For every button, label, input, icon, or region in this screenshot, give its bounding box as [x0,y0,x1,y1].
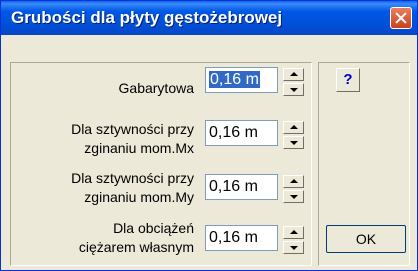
label-line: Gabarytowa [118,80,194,96]
mx-spinner[interactable] [283,121,304,149]
title-bar[interactable]: Grubości dla płyty gęstożebrowej [1,1,417,35]
gabarytowa-label: Gabarytowa [4,79,194,98]
gabarytowa-input[interactable]: 0,16 m [205,67,278,93]
spin-down-button[interactable] [283,190,304,203]
label-line: Dla obciążeń [113,220,194,236]
dialog-window: Grubości dla płyty gęstożebrowej Gabaryt… [0,0,418,271]
gabarytowa-spinner[interactable] [283,68,304,96]
spin-up-button[interactable] [283,226,304,239]
field-value: 0,16 m [209,229,258,246]
label-line: Dla sztywności przy [71,170,194,186]
dialog-title: Grubości dla płyty gęstożebrowej [11,8,283,27]
label-line: zginaniu mom.Mx [84,140,194,156]
close-button[interactable] [390,7,412,29]
dialog-body: Gabarytowa 0,16 m Dla sztywności przy zg… [4,35,414,268]
spin-up-button[interactable] [283,121,304,134]
spin-up-button[interactable] [283,68,304,81]
spin-down-button[interactable] [283,136,304,149]
mx-label: Dla sztywności przy zginaniu mom.Mx [4,120,194,158]
self-weight-spinner[interactable] [283,226,304,254]
help-button[interactable]: ? [336,68,360,92]
field-value: 0,16 m [209,71,260,88]
spin-down-button[interactable] [283,241,304,254]
my-label: Dla sztywności przy zginaniu mom.My [4,169,194,207]
self-weight-input[interactable]: 0,16 m [205,225,278,251]
mx-input[interactable]: 0,16 m [205,120,278,146]
label-line: ciężarem własnym [78,239,194,255]
my-input[interactable]: 0,16 m [205,174,278,200]
field-value: 0,16 m [209,178,258,195]
my-spinner[interactable] [283,175,304,203]
spin-down-button[interactable] [283,83,304,96]
ok-button[interactable]: OK [326,225,406,253]
spin-up-button[interactable] [283,175,304,188]
self-weight-label: Dla obciążeń ciężarem własnym [4,219,194,257]
label-line: zginaniu mom.My [84,189,194,205]
label-line: Dla sztywności przy [71,121,194,137]
field-value: 0,16 m [209,124,258,141]
